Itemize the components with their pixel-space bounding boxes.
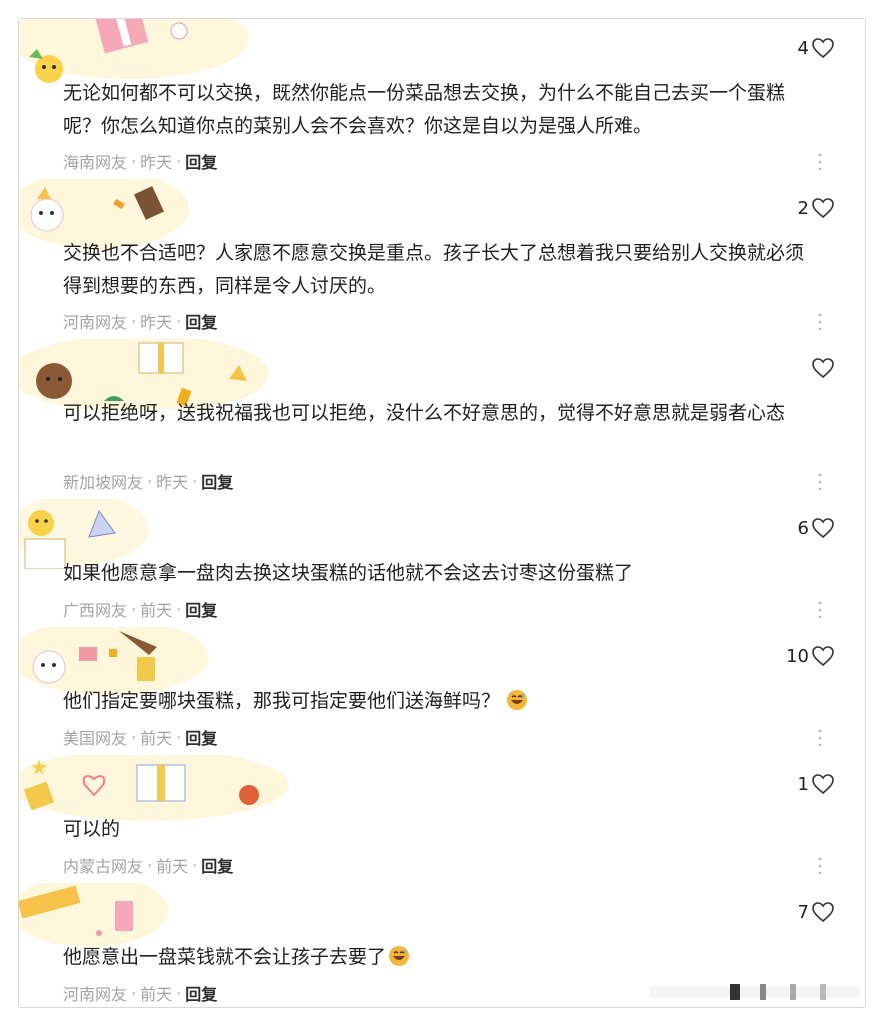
comment-time: 昨天 xyxy=(156,473,189,492)
comment-region: 新加坡网友 xyxy=(63,473,144,492)
comment-text: 可以拒绝呀，送我祝福我也可以拒绝，没什么不好意思的，觉得不好意思就是弱者心态 xyxy=(63,402,786,424)
vertical-ellipsis-icon[interactable] xyxy=(817,312,823,332)
reply-link[interactable]: 回复 xyxy=(185,149,217,173)
comment-text-body: 他们指定要哪块蛋糕，那我可指定要他们送海鲜吗？ xyxy=(63,690,501,712)
comment-meta: 新加坡网友 · 昨天 · 回复 xyxy=(63,469,233,493)
comment-time: 昨天 xyxy=(140,313,173,332)
comment-region: 河南网友 xyxy=(63,985,128,1004)
like-button[interactable]: 10 xyxy=(786,643,835,669)
like-count: 1 xyxy=(797,773,809,795)
like-count: 4 xyxy=(797,37,809,59)
comment-time: 前天 xyxy=(140,601,173,620)
comment-meta: 河南网友 · 昨天 · 回复 xyxy=(63,309,217,333)
comment-time: 前天 xyxy=(140,985,173,1004)
like-button[interactable]: 1 xyxy=(798,771,835,797)
comment-time: 前天 xyxy=(140,729,173,748)
reply-link[interactable]: 回复 xyxy=(185,981,217,1005)
grinning-sweat-emoji-icon xyxy=(507,690,528,710)
reply-link[interactable]: 回复 xyxy=(201,853,233,877)
heart-outline-icon xyxy=(812,518,834,539)
heart-outline-icon xyxy=(812,38,834,59)
like-button[interactable]: 2 xyxy=(798,195,835,221)
comment-meta: 海南网友 · 昨天 · 回复 xyxy=(63,149,217,173)
comment-time: 前天 xyxy=(156,857,189,876)
comment-text: 他们指定要哪块蛋糕，那我可指定要他们送海鲜吗？ xyxy=(63,685,813,718)
comment-text-body: 他愿意出一盘菜钱就不会让孩子去要了 xyxy=(63,946,387,968)
comment-region: 广西网友 xyxy=(63,601,128,620)
watermark-decoration xyxy=(650,984,860,1000)
like-count: 2 xyxy=(797,197,809,219)
like-button[interactable]: 4 xyxy=(798,35,835,61)
like-count: 6 xyxy=(797,517,809,539)
like-button[interactable]: 6 xyxy=(798,515,835,541)
comment-region: 美国网友 xyxy=(63,729,128,748)
comment-region: 内蒙古网友 xyxy=(63,857,144,876)
reply-link[interactable]: 回复 xyxy=(185,597,217,621)
comment-meta: 内蒙古网友 · 前天 · 回复 xyxy=(63,853,233,877)
heart-outline-icon xyxy=(812,646,834,667)
like-button[interactable] xyxy=(809,355,835,381)
like-button[interactable]: 7 xyxy=(798,899,835,925)
vertical-ellipsis-icon[interactable] xyxy=(817,728,823,748)
comment-region: 河南网友 xyxy=(63,313,128,332)
comment-text: 可以的 xyxy=(63,818,121,840)
comment-text: 交换也不合适吧？人家愿不愿意交换是重点。孩子长大了总想着我只要给别人交换就必须得… xyxy=(63,242,805,297)
like-count: 7 xyxy=(797,901,809,923)
comment-meta: 河南网友 · 前天 · 回复 xyxy=(63,981,217,1005)
comment-meta: 广西网友 · 前天 · 回复 xyxy=(63,597,217,621)
comment-meta: 美国网友 · 前天 · 回复 xyxy=(63,725,217,749)
comment-region: 海南网友 xyxy=(63,153,128,172)
comment-text: 无论如何都不可以交换，既然你能点一份菜品想去交换，为什么不能自己去买一个蛋糕呢？… xyxy=(63,82,786,137)
comment-text: 如果他愿意拿一盘肉去换这块蛋糕的话他就不会这去讨枣这份蛋糕了 xyxy=(63,562,634,584)
reply-link[interactable]: 回复 xyxy=(185,725,217,749)
heart-outline-icon xyxy=(812,198,834,219)
vertical-ellipsis-icon[interactable] xyxy=(817,152,823,172)
like-count: 10 xyxy=(786,645,809,667)
reply-link[interactable]: 回复 xyxy=(201,469,233,493)
heart-outline-icon xyxy=(812,358,834,379)
comment-time: 昨天 xyxy=(140,153,173,172)
heart-outline-icon xyxy=(812,774,834,795)
reply-link[interactable]: 回复 xyxy=(185,309,217,333)
comment-text: 他愿意出一盘菜钱就不会让孩子去要了 xyxy=(63,941,813,974)
comment-list: 4 无论如何都不可以交换，既然你能点一份菜品想去交换，为什么不能自己去买一个蛋糕… xyxy=(18,18,866,1008)
vertical-ellipsis-icon[interactable] xyxy=(817,856,823,876)
heart-outline-icon xyxy=(812,902,834,923)
vertical-ellipsis-icon[interactable] xyxy=(817,472,823,492)
grinning-sweat-emoji-icon xyxy=(389,946,410,966)
vertical-ellipsis-icon[interactable] xyxy=(817,600,823,620)
